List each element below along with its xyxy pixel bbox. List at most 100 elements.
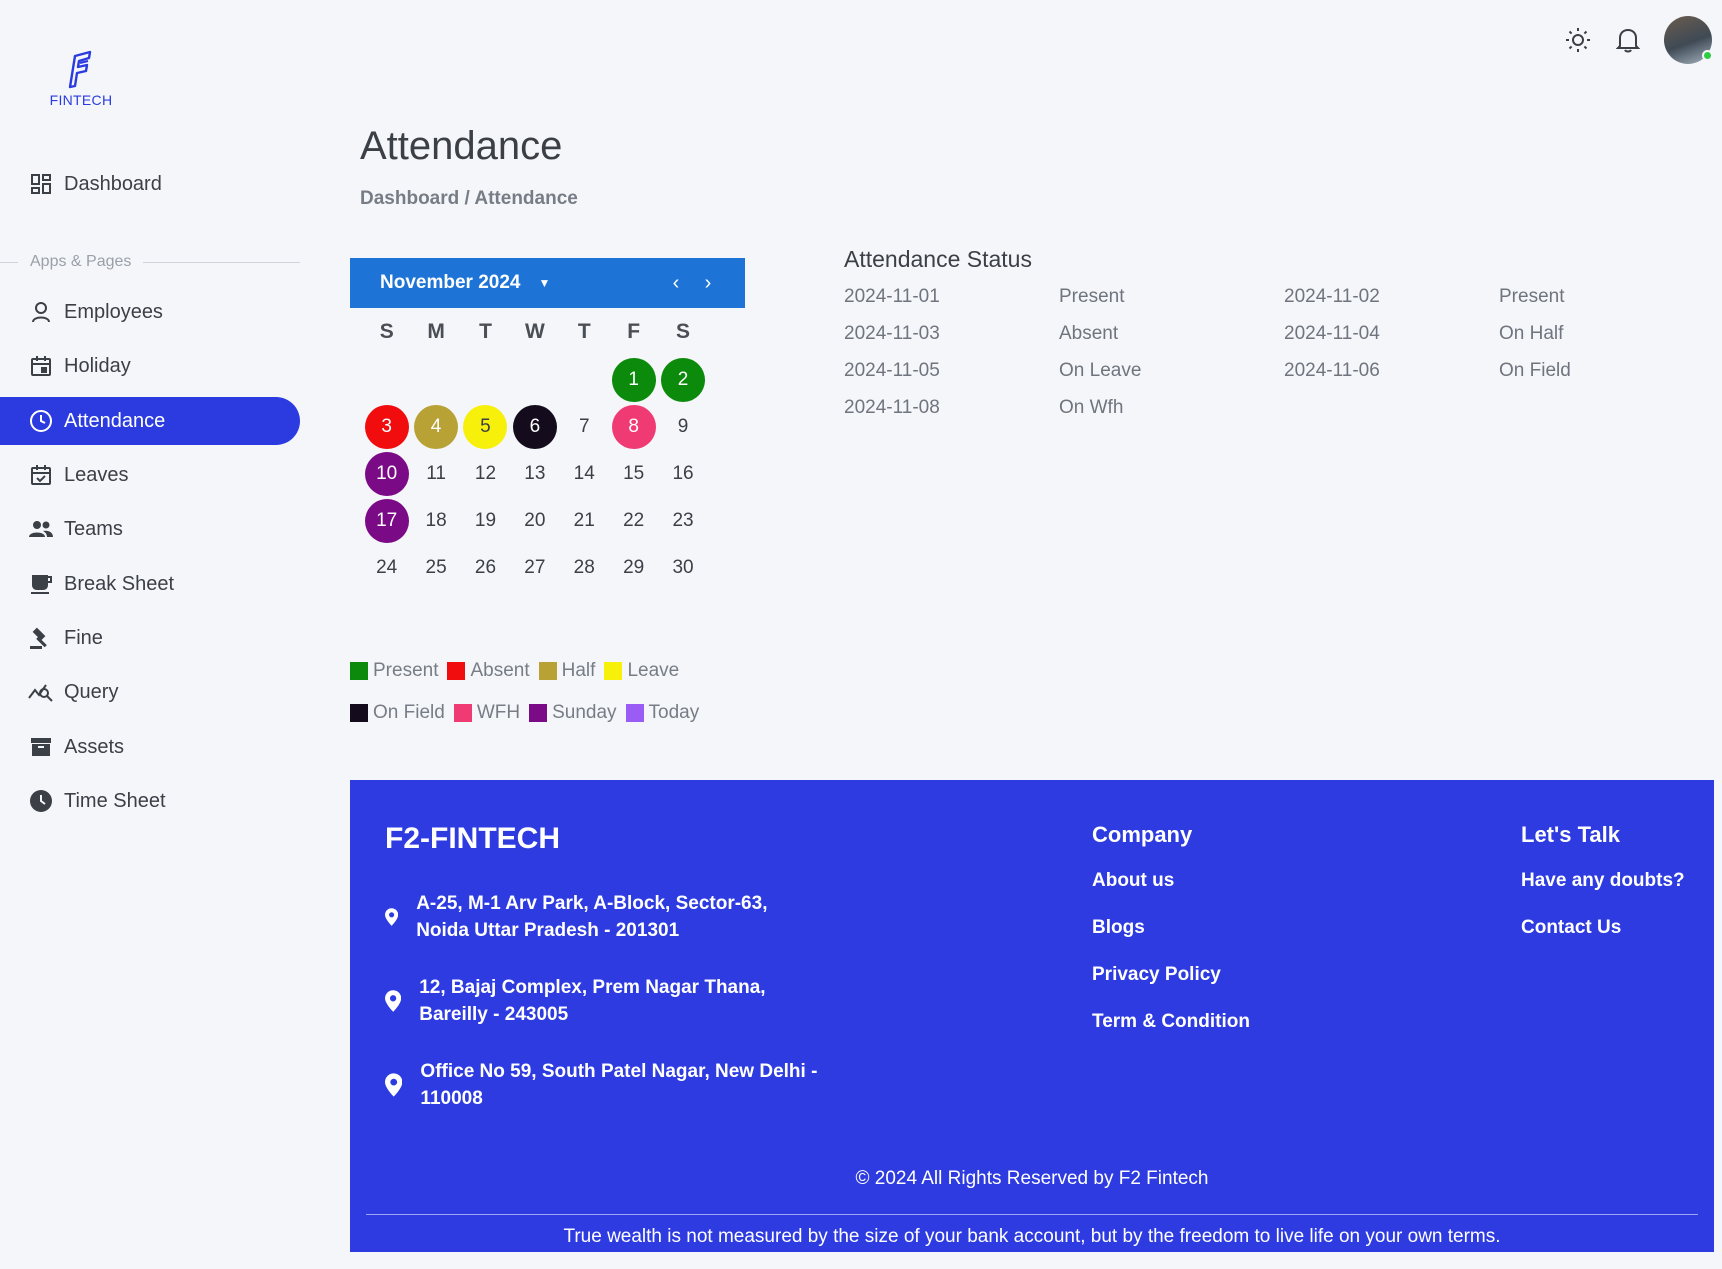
avatar[interactable] <box>1664 16 1713 64</box>
sidebar-item-time-sheet[interactable]: Time Sheet <box>0 777 300 825</box>
legend-label: WFH <box>476 702 521 723</box>
location-pin-icon <box>385 990 402 1012</box>
legend-swatch <box>604 662 623 680</box>
calendar-day-cell[interactable]: 5 <box>461 403 510 450</box>
legend-swatch <box>447 662 466 680</box>
calendar-day-cell[interactable]: 17 <box>362 497 411 544</box>
footer-link-blogs[interactable]: Blogs <box>1092 917 1250 941</box>
sidebar-item-label: Fine <box>64 626 103 649</box>
calendar-month-label[interactable]: November 2024 <box>380 272 520 294</box>
footer-link-contact[interactable]: Contact Us <box>1521 917 1685 941</box>
calendar-day-cell[interactable]: 18 <box>411 497 460 544</box>
calendar-day-cell[interactable]: 22 <box>609 497 658 544</box>
coffee-icon <box>28 571 54 597</box>
sidebar-item-dashboard[interactable]: Dashboard <box>0 160 300 208</box>
legend-item: WFH <box>453 702 521 724</box>
caret-down-icon[interactable]: ▼ <box>538 276 550 290</box>
bell-icon[interactable] <box>1614 26 1642 54</box>
calendar-day-cell[interactable]: 8 <box>609 403 658 450</box>
calendar-day-cell[interactable]: 6 <box>510 403 559 450</box>
calendar-day-cell[interactable]: 7 <box>560 403 609 450</box>
calendar-day-cell[interactable]: 28 <box>560 544 609 591</box>
calendar-day-cell[interactable]: 26 <box>461 544 510 591</box>
calendar-day-cell[interactable]: 15 <box>609 450 658 497</box>
calendar-day-cell[interactable]: 27 <box>510 544 559 591</box>
calendar-day: 12 <box>474 462 497 484</box>
previous-month-button[interactable]: ‹ <box>667 272 685 295</box>
empty-day-cell <box>411 356 460 403</box>
breadcrumb[interactable]: Dashboard / Attendance <box>360 188 578 210</box>
legend-row: On Field WFH Sunday Today <box>350 702 770 724</box>
calendar-day-cell[interactable]: 9 <box>658 403 707 450</box>
calendar-day-cell[interactable]: 2 <box>658 356 707 403</box>
calendar-day: 27 <box>524 556 546 578</box>
sidebar-item-label: Dashboard <box>64 172 162 195</box>
topbar <box>1564 16 1713 64</box>
sidebar-item-teams[interactable]: Teams <box>0 505 300 553</box>
status-date: 2024-11-01 <box>844 286 940 307</box>
sidebar-item-assets[interactable]: Assets <box>0 723 300 771</box>
sidebar-item-holiday[interactable]: Holiday <box>0 342 300 390</box>
section-label: Apps & Pages <box>0 250 300 274</box>
calendar-icon <box>28 353 54 379</box>
calendar-day-cell[interactable]: 30 <box>658 544 707 591</box>
sidebar-item-break-sheet[interactable]: Break Sheet <box>0 560 300 608</box>
calendar-day-cell[interactable]: 11 <box>411 450 460 497</box>
sidebar-item-label: Assets <box>64 735 125 758</box>
legend-label: Leave <box>627 660 680 681</box>
sidebar-item-label: Teams <box>64 517 123 540</box>
legend-label: Present <box>373 660 439 681</box>
weekday-header: T <box>577 320 591 343</box>
calendar-day-cell[interactable]: 3 <box>362 403 411 450</box>
legend-item: On Field <box>350 702 445 724</box>
calendar-day-cell[interactable]: 23 <box>658 497 707 544</box>
calendar-day-cell[interactable]: 25 <box>411 544 460 591</box>
calendar-day: 15 <box>623 462 645 484</box>
page-title: Attendance <box>360 124 563 168</box>
calendar-day-cell[interactable]: 24 <box>362 544 411 591</box>
next-month-button[interactable]: › <box>699 272 717 295</box>
calendar-day-cell[interactable]: 4 <box>411 403 460 450</box>
footer-copyright: © 2024 All Rights Reserved by F2 Fintech <box>855 1168 1209 1189</box>
footer-address: A-25, M-1 Arv Park, A-Block, Sector-63, … <box>385 890 825 944</box>
sidebar-item-fine[interactable]: Fine <box>0 614 300 662</box>
sidebar-item-query[interactable]: Query <box>0 668 300 716</box>
sidebar-item-attendance[interactable]: Attendance <box>0 397 300 445</box>
status-value: Present <box>1059 286 1125 307</box>
calendar-day: 16 <box>672 462 694 484</box>
calendar-day: 25 <box>425 556 447 578</box>
calendar-day-cell[interactable]: 10 <box>362 450 411 497</box>
calendar-day-cell[interactable]: 1 <box>609 356 658 403</box>
calendar-day-cell[interactable]: 16 <box>658 450 707 497</box>
footer-link-terms[interactable]: Term & Condition <box>1092 1011 1250 1035</box>
calendar-day-cell[interactable]: 29 <box>609 544 658 591</box>
logo[interactable]: FINTECH <box>46 50 116 108</box>
footer-talk-title: Let's Talk <box>1521 822 1620 847</box>
sidebar-item-leaves[interactable]: Leaves <box>0 451 300 499</box>
footer-link-about[interactable]: About us <box>1092 870 1250 894</box>
calendar-day-cell[interactable]: 14 <box>560 450 609 497</box>
calendar-day: 17 <box>364 498 409 543</box>
calendar-day: 10 <box>364 451 409 496</box>
legend-swatch <box>350 662 368 680</box>
dashboard-icon <box>28 171 54 197</box>
location-pin-icon <box>385 1073 403 1097</box>
calendar-day: 29 <box>623 556 645 578</box>
status-date: 2024-11-03 <box>844 323 940 344</box>
sun-icon[interactable] <box>1564 26 1592 54</box>
calendar-day-cell[interactable]: 20 <box>510 497 559 544</box>
query-chart-icon <box>28 679 54 705</box>
calendar-day-cell[interactable]: 19 <box>461 497 510 544</box>
online-status-dot <box>1702 50 1713 61</box>
empty-day-cell <box>362 356 411 403</box>
calendar-day: 11 <box>426 462 446 484</box>
footer-link-privacy[interactable]: Privacy Policy <box>1092 964 1250 988</box>
user-icon <box>28 299 54 325</box>
legend-label: Half <box>561 660 596 681</box>
footer-link-doubts[interactable]: Have any doubts? <box>1521 870 1685 894</box>
calendar-day-cell[interactable]: 21 <box>560 497 609 544</box>
calendar-day-cell[interactable]: 13 <box>510 450 559 497</box>
calendar-day-cell[interactable]: 12 <box>461 450 510 497</box>
legend-label: Today <box>648 702 700 723</box>
sidebar-item-employees[interactable]: Employees <box>0 288 300 336</box>
